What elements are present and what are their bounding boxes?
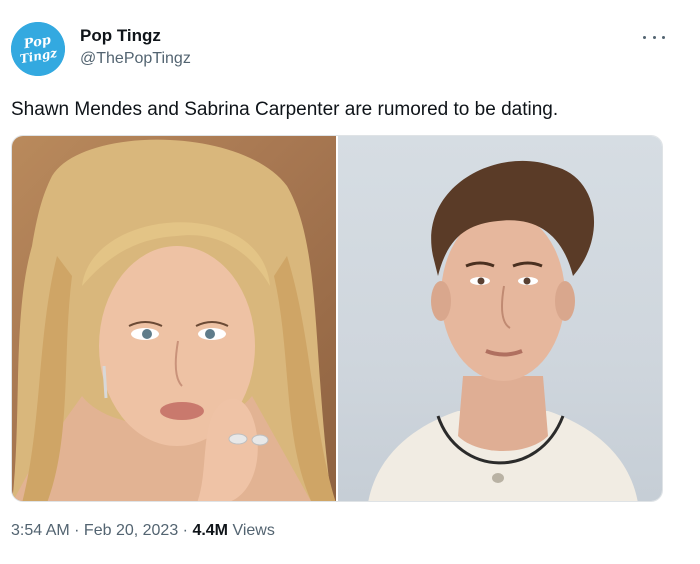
meta-separator: · <box>69 522 84 539</box>
photo-woman[interactable] <box>12 136 336 501</box>
tweet-media[interactable] <box>11 135 663 502</box>
tweet-text: Shawn Mendes and Sabrina Carpenter are r… <box>11 99 559 120</box>
avatar[interactable]: Pop Tingz <box>11 22 65 76</box>
photo-man[interactable] <box>338 136 662 501</box>
tweet-card: Pop Tingz Pop Tingz @ThePopTingz Shawn M… <box>0 0 700 564</box>
author-name[interactable]: Pop Tingz <box>80 26 161 46</box>
tweet-meta: 3:54 AM · Feb 20, 2023 · 4.4M Views <box>11 522 275 540</box>
pop-tingz-logo-icon: Pop Tingz <box>11 22 65 76</box>
meta-separator: · <box>178 522 193 539</box>
portrait-woman-photo-icon <box>12 139 336 501</box>
more-options-icon[interactable] <box>643 30 665 44</box>
tweet-time[interactable]: 3:54 AM <box>11 522 70 539</box>
tweet-date[interactable]: Feb 20, 2023 <box>84 522 178 539</box>
views-label: Views <box>228 522 275 539</box>
views-count[interactable]: 4.4M <box>192 522 228 539</box>
portrait-man-photo-icon <box>368 160 638 501</box>
author-handle[interactable]: @ThePopTingz <box>80 50 191 68</box>
